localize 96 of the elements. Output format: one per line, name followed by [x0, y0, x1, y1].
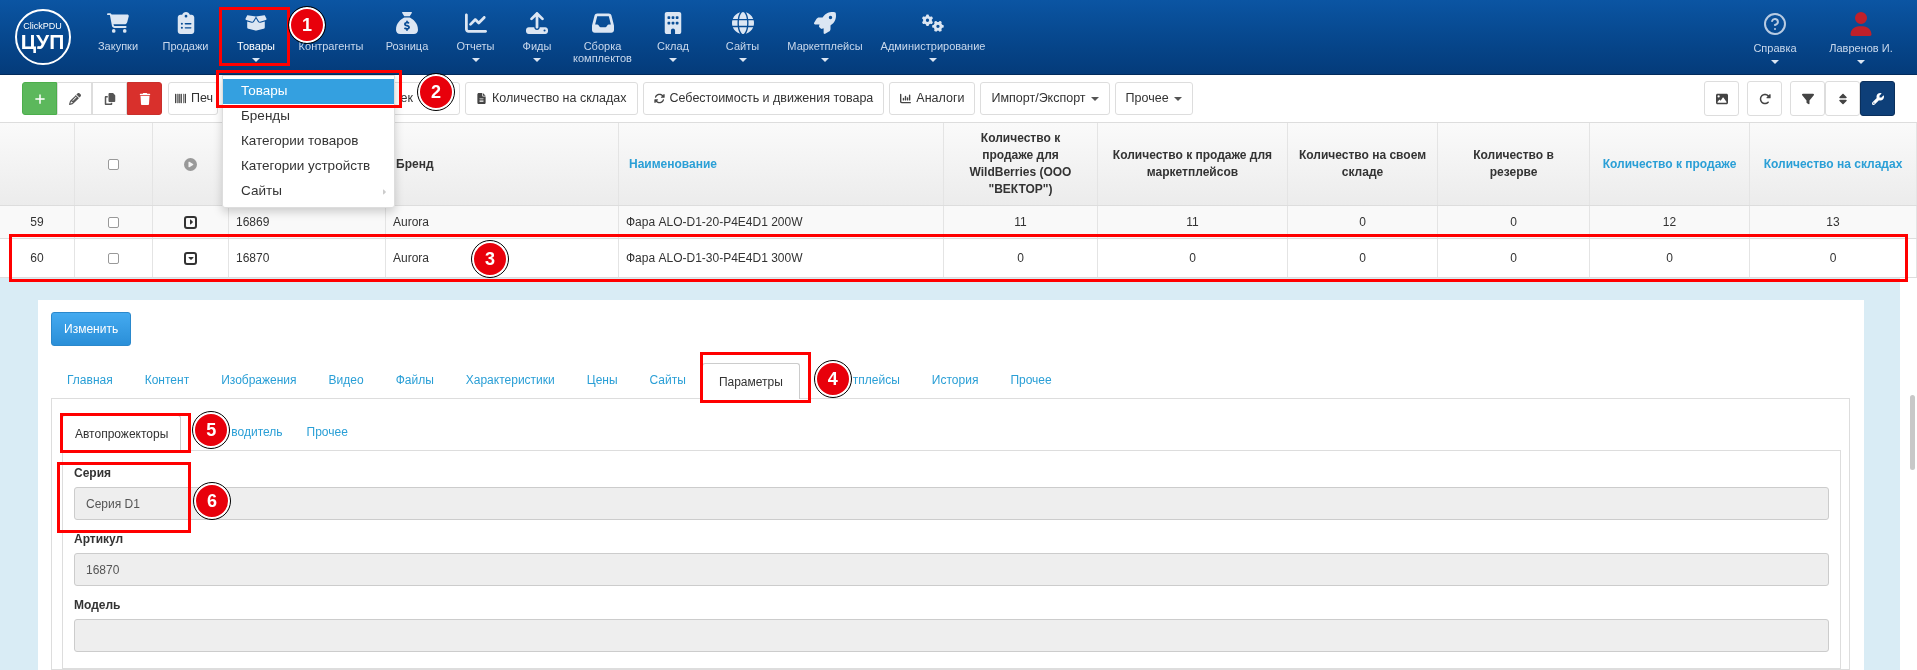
column-header: Количество в резерве	[1472, 147, 1555, 181]
nav-item[interactable]: Розница	[385, 40, 429, 52]
nav-item[interactable]: Администрирование	[880, 40, 986, 52]
rocket-icon	[814, 12, 836, 34]
checkbox[interactable]	[108, 252, 119, 264]
checkbox[interactable]	[108, 216, 119, 228]
logo[interactable]: ClickPDU ЦУП	[14, 9, 71, 65]
table-cell-text: 11	[1014, 214, 1027, 231]
checkbox[interactable]	[108, 158, 119, 170]
table-cell-text: 0	[1510, 214, 1517, 231]
column-header: Количество на своем складе	[1298, 147, 1427, 181]
subtab[interactable]: Автопрожекторы	[62, 415, 182, 451]
play-icon	[184, 157, 197, 171]
wrench-icon	[1871, 92, 1884, 105]
pencil-icon	[68, 92, 81, 105]
trash-icon	[138, 92, 151, 105]
nav-item[interactable]: Товары	[237, 40, 275, 52]
table-cell-text: 0	[1829, 250, 1837, 267]
image-icon	[1715, 92, 1728, 105]
table-cell-text: 11	[1186, 214, 1199, 231]
toolbar-button[interactable]: Прочее	[1114, 82, 1193, 115]
step-badge: 4	[814, 361, 851, 397]
input-field[interactable]: 16870	[74, 553, 1829, 586]
toolbar-button[interactable]: Количество на складах	[465, 82, 638, 115]
tool-button[interactable]	[1860, 81, 1895, 116]
nav-item[interactable]: Контрагенты	[298, 40, 364, 52]
sort-icon	[1836, 92, 1849, 105]
toolbar-button[interactable]	[127, 82, 162, 115]
collapse-toggle[interactable]	[184, 251, 197, 265]
table-cell-text: 12	[1662, 214, 1677, 231]
tray-download-icon	[591, 12, 614, 34]
menu-item[interactable]: Сайты	[223, 179, 394, 204]
plus-icon	[33, 92, 46, 105]
row-number: 60	[30, 250, 44, 267]
table-cell-text: 0	[1189, 250, 1196, 267]
document-icon	[476, 93, 487, 104]
table-cell-text: Aurora	[393, 214, 430, 231]
highlight-frame	[219, 7, 290, 66]
filter-icon	[1801, 92, 1814, 105]
field-label: Модель	[74, 597, 122, 613]
nav-item[interactable]: Продажи	[162, 40, 209, 52]
toolbar-button[interactable]: Импорт/Экспорт	[980, 82, 1110, 115]
redo-icon	[1758, 92, 1771, 105]
column-header: Количество к продаже для WildBerries (ООО "ВЕКТОР")	[968, 130, 1073, 198]
step-badge: 5	[193, 412, 230, 448]
table-cell-text: 0	[1359, 250, 1366, 267]
table-cell-text: Фара ALO-D1-30-P4E4D1 300W	[626, 250, 803, 267]
barcode-icon	[175, 93, 186, 104]
menu-item[interactable]: Категории товаров	[223, 129, 394, 154]
gears-icon	[922, 12, 944, 34]
user-icon	[1850, 12, 1872, 36]
expand-toggle[interactable]	[184, 215, 197, 229]
step-badge: 2	[418, 74, 454, 110]
nav-item[interactable]: Маркетплейсы	[787, 40, 863, 52]
box-icon	[245, 12, 267, 34]
caret-down-icon	[186, 254, 195, 262]
copy-icon	[103, 92, 116, 105]
nav-item[interactable]: Отчеты	[456, 40, 495, 52]
nav-item[interactable]: Фиды	[522, 40, 552, 52]
bar-chart-icon	[900, 93, 912, 104]
tab[interactable]: Параметры	[701, 363, 800, 399]
user-menu[interactable]: Лавренов И.	[1829, 42, 1893, 54]
refresh-icon	[653, 93, 665, 104]
column-header: Количество к продаже для маркетплейсов	[1111, 147, 1274, 181]
nav-item[interactable]: Склад	[657, 40, 689, 52]
table-cell-text: Aurora	[393, 250, 430, 267]
toolbar-button[interactable]: Себестоимость и движения товара	[642, 82, 885, 115]
scrollbar-thumb[interactable]	[1910, 395, 1915, 470]
menu-item[interactable]: Бренды	[223, 104, 394, 129]
table-cell-text: 16869	[236, 214, 270, 231]
upload-icon	[526, 12, 548, 34]
column-header: Бренд	[396, 155, 434, 173]
table-cell-text: 13	[1826, 214, 1840, 231]
help-icon	[1763, 12, 1787, 36]
table-cell-text: 0	[1359, 214, 1366, 231]
table-cell-text: 16870	[236, 250, 270, 267]
building-icon	[662, 12, 684, 34]
menu-item[interactable]: Категории устройств	[223, 154, 394, 179]
help-menu[interactable]: Справка	[1753, 42, 1797, 54]
chart-icon	[464, 12, 487, 34]
cart-icon	[107, 12, 129, 34]
table-cell-text: Фара ALO-D1-20-P4E4D1 200W	[626, 214, 803, 231]
nav-item[interactable]: Закупки	[97, 40, 139, 52]
globe-icon	[731, 12, 754, 34]
field-label: Артикул	[74, 531, 125, 547]
input-field[interactable]	[74, 619, 1829, 652]
table-cell-text: 0	[1017, 250, 1024, 267]
nav-item[interactable]: Сборка комплектов	[567, 40, 638, 64]
field-label: Серия	[74, 465, 113, 481]
row-number: 59	[30, 214, 44, 231]
table-cell-text: 0	[1666, 250, 1673, 267]
toolbar-button[interactable]: Печ	[168, 82, 218, 115]
table-cell-text: 0	[1510, 250, 1517, 267]
nav-item[interactable]: Сайты	[725, 40, 760, 52]
toolbar-button[interactable]: Аналоги	[889, 82, 976, 115]
money-bag-icon	[396, 12, 418, 34]
